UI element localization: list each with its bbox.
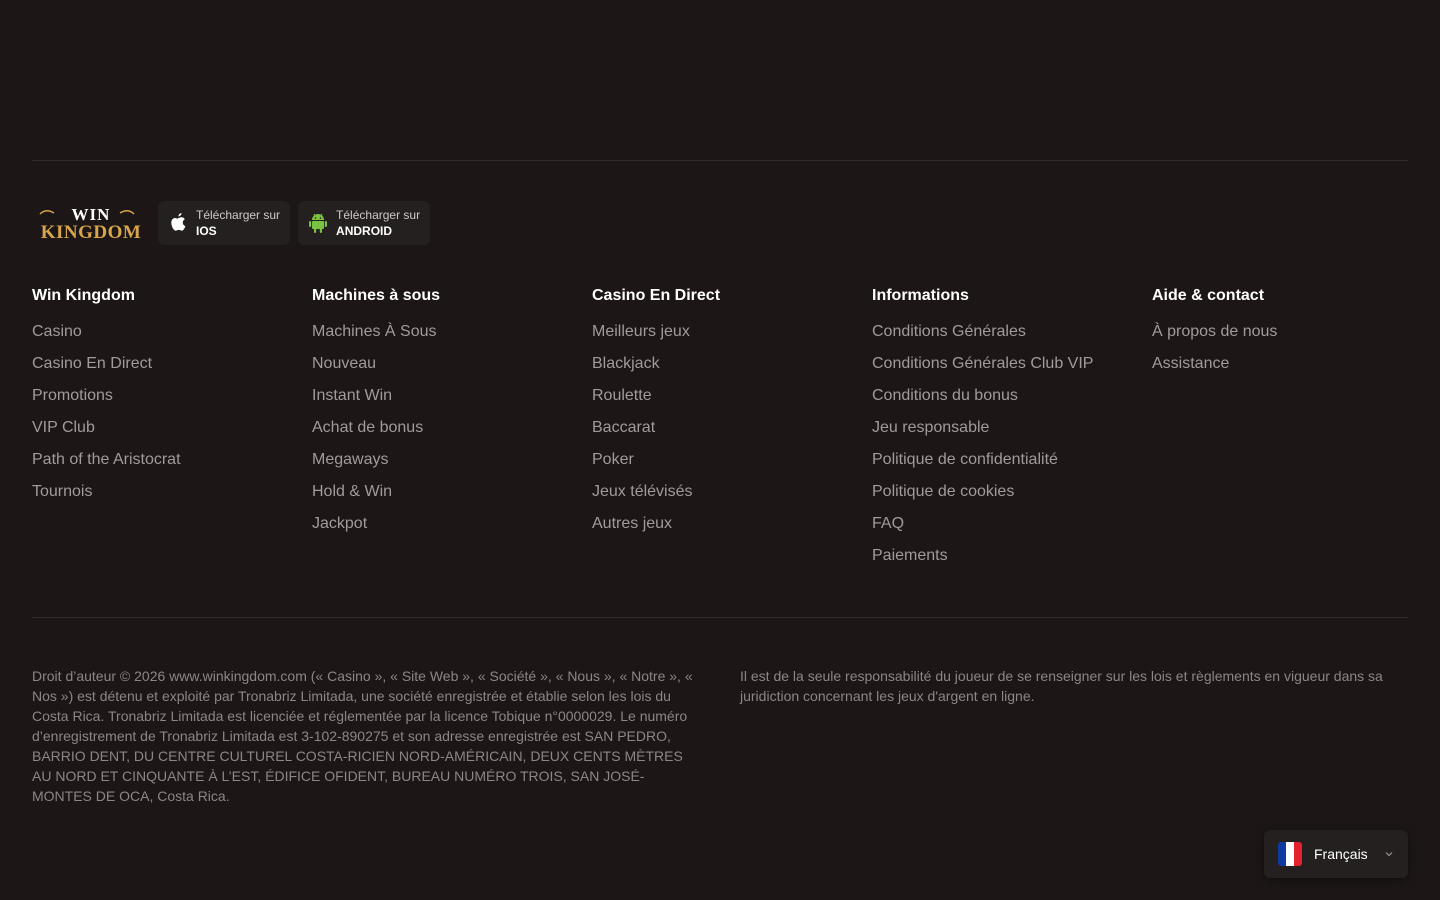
column-title: Aide & contact [1152, 287, 1265, 304]
footer-link[interactable]: VIP Club [32, 418, 312, 438]
footer-column: Aide & contact À propos de nous Assistance [1152, 286, 1432, 578]
footer-link[interactable]: Autres jeux [592, 514, 872, 534]
footer-link[interactable]: Tournois [32, 482, 312, 502]
middle-divider [32, 617, 1408, 618]
footer-link[interactable]: À propos de nous [1152, 322, 1432, 342]
footer-link[interactable]: Hold & Win [312, 482, 592, 502]
column-title: Casino En Direct [592, 287, 721, 304]
chevron-down-icon [1385, 852, 1393, 857]
footer-link[interactable]: Paiements [872, 546, 1152, 566]
column-link-list: Conditions Générales Conditions Générales… [872, 322, 1152, 566]
footer-link[interactable]: Casino [32, 322, 312, 342]
download-android-button[interactable]: Télécharger sur ANDROID [298, 200, 431, 245]
column-title: Win Kingdom [32, 287, 135, 304]
footer-link[interactable]: Poker [592, 450, 872, 470]
footer: WIN KINGDOM Télécharger sur IOS Téléchar… [0, 0, 1440, 900]
footer-column: Win Kingdom Casino Casino En Direct Promoti… [32, 286, 312, 578]
column-link-list: Meilleurs jeux Blackjack Roulette Baccarat P… [592, 322, 872, 534]
footer-link[interactable]: Jeu responsable [872, 418, 1152, 438]
footer-column: Casino En Direct Meilleurs jeux Blackjack R… [592, 286, 872, 578]
column-link-list: À propos de nous Assistance [1152, 322, 1432, 374]
win-kingdom-logo[interactable]: WIN KINGDOM [32, 200, 150, 245]
footer-link[interactable]: Meilleurs jeux [592, 322, 872, 342]
footer-link[interactable]: Machines À Sous [312, 322, 592, 342]
footer-link[interactable]: Nouveau [312, 354, 592, 374]
footer-link[interactable]: Conditions Générales Club VIP [872, 354, 1152, 374]
footer-link[interactable]: Jeux télévisés [592, 482, 872, 502]
footer-link[interactable]: FAQ [872, 514, 1152, 534]
footer-link[interactable]: Promotions [32, 386, 312, 406]
brand-row: WIN KINGDOM Télécharger sur IOS Téléchar… [32, 200, 431, 245]
language-selector[interactable]: Français [1264, 830, 1408, 878]
copyright-text: Droit d’auteur © 2026 www.winkingdom.com… [32, 668, 693, 804]
apple-icon [168, 212, 188, 234]
column-link-list: Casino Casino En Direct Promotions VIP Club… [32, 322, 312, 502]
android-prefix: Télécharger sur [336, 207, 421, 222]
footer-link[interactable]: Conditions Générales [872, 322, 1152, 342]
android-platform: ANDROID [336, 223, 393, 238]
footer-link[interactable]: Blackjack [592, 354, 872, 374]
footer-link[interactable]: Jackpot [312, 514, 592, 534]
android-icon [308, 212, 328, 234]
column-link-list: Machines À Sous Nouveau Instant Win Achat d… [312, 322, 592, 534]
footer-link[interactable]: Achat de bonus [312, 418, 592, 438]
footer-link[interactable]: Instant Win [312, 386, 592, 406]
footer-link[interactable]: Politique de cookies [872, 482, 1152, 502]
ios-prefix: Télécharger sur [196, 207, 281, 222]
download-ios-button[interactable]: Télécharger sur IOS [158, 200, 291, 245]
footer-link[interactable]: Assistance [1152, 354, 1432, 374]
top-divider [32, 160, 1408, 161]
footer-column: Informations Conditions Générales Conditio… [872, 286, 1152, 578]
footer-link[interactable]: Casino En Direct [32, 354, 312, 374]
column-title: Informations [872, 287, 969, 304]
footer-link[interactable]: Politique de confidentialité [872, 450, 1152, 470]
footer-link[interactable]: Roulette [592, 386, 872, 406]
footer-link[interactable]: Megaways [312, 450, 592, 470]
footer-link[interactable]: Baccarat [592, 418, 872, 438]
ios-platform: IOS [196, 223, 217, 238]
column-title: Machines à sous [312, 287, 441, 304]
language-label: Français [1314, 846, 1368, 862]
france-flag-icon [1278, 842, 1302, 866]
logo-text-kingdom: KINGDOM [41, 222, 142, 243]
responsibility-text: Il est de la seule responsabilité du jou… [740, 668, 1383, 704]
footer-link[interactable]: Path of the Aristocrat [32, 450, 312, 470]
footer-link[interactable]: Conditions du bonus [872, 386, 1152, 406]
footer-column: Machines à sous Machines À Sous Nouveau Ins… [312, 286, 592, 578]
footer-link-columns: Win Kingdom Casino Casino En Direct Promoti… [32, 286, 1432, 578]
